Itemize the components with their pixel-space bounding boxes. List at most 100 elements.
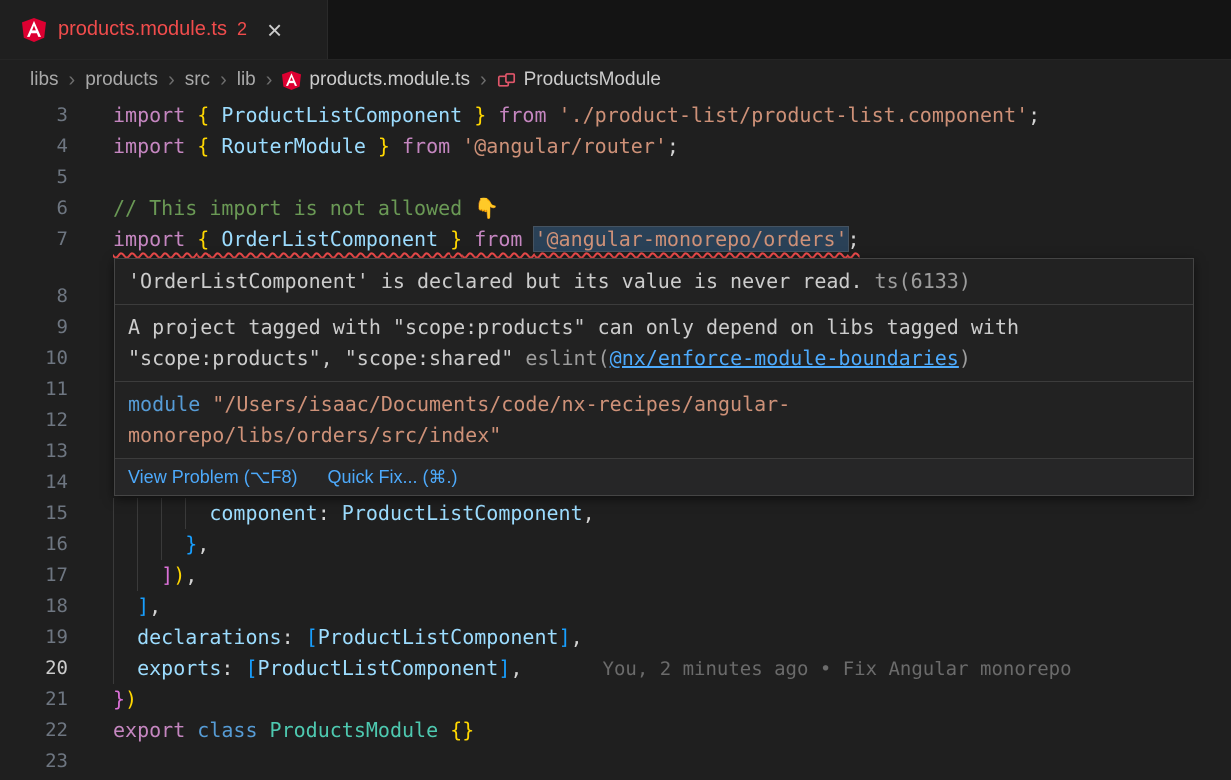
line-number[interactable]: 17	[0, 560, 88, 591]
code-token: :	[318, 501, 342, 525]
code-token: {}	[450, 718, 474, 742]
code-token: import	[113, 134, 197, 158]
breadcrumb-separator: ›	[69, 69, 76, 92]
code-token: ,	[197, 532, 209, 556]
code-token: [	[245, 656, 257, 680]
line-number[interactable]: 7	[0, 224, 88, 255]
indent-guide	[113, 560, 114, 591]
code-line-16[interactable]: 16 },	[0, 529, 1231, 560]
breadcrumb-separator: ›	[266, 69, 273, 92]
line-number[interactable]: 3	[0, 100, 88, 131]
breadcrumb-item-file[interactable]: products.module.ts	[282, 69, 470, 91]
line-number[interactable]: 22	[0, 715, 88, 746]
breadcrumb-item-libs[interactable]: libs	[30, 69, 59, 91]
line-number[interactable]: 8	[0, 281, 88, 312]
code-token: ProductListComponent	[258, 656, 499, 680]
code-token: class	[197, 718, 269, 742]
breadcrumb-item-symbol[interactable]: ProductsModule	[497, 69, 661, 91]
code-line-21[interactable]: 21})	[0, 684, 1231, 715]
line-text: exports: [ProductListComponent],	[113, 656, 522, 680]
code-token: '@angular-monorepo/orders'	[534, 227, 847, 251]
line-number[interactable]: 5	[0, 162, 88, 193]
hover-section: module "/Users/isaac/Documents/code/nx-r…	[115, 382, 1193, 459]
breadcrumb-separator: ›	[480, 69, 487, 92]
code-token: component	[209, 501, 317, 525]
code-token: ProductListComponent	[342, 501, 583, 525]
code-token: }	[185, 532, 197, 556]
line-number[interactable]: 11	[0, 374, 88, 405]
hover-actions: View Problem (⌥F8) Quick Fix... (⌘.)	[115, 459, 1193, 495]
line-number[interactable]: 13	[0, 436, 88, 467]
quick-fix-action[interactable]: Quick Fix... (⌘.)	[327, 465, 457, 489]
tab-title: products.module.ts	[58, 18, 227, 41]
line-text: })	[113, 687, 137, 711]
code-line-19[interactable]: 19 declarations: [ProductListComponent],	[0, 622, 1231, 653]
breadcrumb-item-label: ProductsModule	[524, 69, 661, 91]
hover-text: )	[959, 346, 971, 370]
line-code: import { OrderListComponent } from '@ang…	[88, 224, 1231, 255]
tab-error-count: 2	[237, 19, 247, 40]
line-number[interactable]: 9	[0, 312, 88, 343]
hover-text: monorepo/libs/orders/src/index"	[128, 423, 501, 447]
line-code	[88, 162, 1231, 193]
code-token: ;	[848, 227, 860, 251]
line-text: // This import is not allowed 👇	[113, 196, 499, 220]
line-code: exports: [ProductListComponent],You, 2 m…	[88, 653, 1231, 684]
code-token: export	[113, 718, 197, 742]
vscode-window: products.module.ts 2 × libs › products ›…	[0, 0, 1231, 777]
code-token: // This import is not allowed	[113, 196, 474, 220]
line-text: ],	[113, 594, 161, 618]
code-token: }	[113, 687, 125, 711]
indent-guide	[137, 560, 138, 591]
indent-guide	[185, 498, 186, 529]
line-number[interactable]: 20	[0, 653, 88, 684]
code-line-5[interactable]: 5	[0, 162, 1231, 193]
line-number[interactable]: 23	[0, 746, 88, 777]
code-line-15[interactable]: 15 component: ProductListComponent,	[0, 498, 1231, 529]
code-token: {	[197, 227, 209, 251]
code-token: from	[390, 134, 462, 158]
code-line-23[interactable]: 23	[0, 746, 1231, 777]
line-number[interactable]: 16	[0, 529, 88, 560]
line-number[interactable]: 4	[0, 131, 88, 162]
indent-guide	[113, 529, 114, 560]
code-token: from	[486, 103, 558, 127]
line-number[interactable]: 15	[0, 498, 88, 529]
hover-text: A project tagged with "scope:products" c…	[128, 315, 1019, 339]
indent-guide	[161, 498, 162, 529]
code-line-18[interactable]: 18 ],	[0, 591, 1231, 622]
code-token: }	[450, 227, 462, 251]
code-line-22[interactable]: 22export class ProductsModule {}	[0, 715, 1231, 746]
code-line-17[interactable]: 17 ]),	[0, 560, 1231, 591]
code-line-7[interactable]: 7import { OrderListComponent } from '@an…	[0, 224, 1231, 255]
indent-guide	[113, 591, 114, 622]
line-code: },	[88, 529, 1231, 560]
code-line-4[interactable]: 4import { RouterModule } from '@angular/…	[0, 131, 1231, 162]
line-number[interactable]: 10	[0, 343, 88, 374]
code-token: ProductListComponent	[209, 103, 474, 127]
hover-tooltip: 'OrderListComponent' is declared but its…	[114, 258, 1194, 496]
tab-products-module[interactable]: products.module.ts 2 ×	[0, 0, 328, 59]
hover-link[interactable]: @nx/enforce-module-boundaries	[610, 346, 959, 370]
code-line-6[interactable]: 6 // This import is not allowed 👇	[0, 193, 1231, 224]
code-line-3[interactable]: 3import { ProductListComponent } from '.…	[0, 100, 1231, 131]
close-icon[interactable]: ×	[267, 17, 282, 43]
line-number[interactable]: 6	[0, 193, 88, 224]
hover-sections: 'OrderListComponent' is declared but its…	[115, 259, 1193, 459]
line-number[interactable]: 18	[0, 591, 88, 622]
breadcrumb-separator: ›	[220, 69, 227, 92]
breadcrumb-item-products[interactable]: products	[85, 69, 158, 91]
code-token: ]	[498, 656, 510, 680]
code-token: 👇	[474, 196, 499, 220]
line-number[interactable]: 21	[0, 684, 88, 715]
line-number[interactable]: 14	[0, 467, 88, 498]
breadcrumb-separator: ›	[168, 69, 175, 92]
breadcrumb-item-src[interactable]: src	[185, 69, 210, 91]
breadcrumb-item-lib[interactable]: lib	[237, 69, 256, 91]
line-number[interactable]: 19	[0, 622, 88, 653]
view-problem-action[interactable]: View Problem (⌥F8)	[128, 465, 297, 489]
line-code: ],	[88, 591, 1231, 622]
line-number[interactable]: 12	[0, 405, 88, 436]
code-line-20[interactable]: 20 exports: [ProductListComponent],You, …	[0, 653, 1231, 684]
angular-icon	[22, 18, 46, 42]
